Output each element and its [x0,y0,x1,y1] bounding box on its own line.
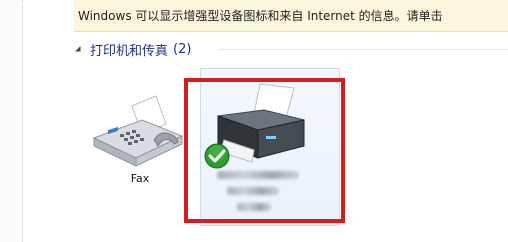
navigation-pane [0,0,22,242]
group-separator-line [218,49,508,50]
group-title: 打印机和传真 [90,43,169,59]
pane-divider[interactable] [22,0,23,242]
info-bar[interactable]: Windows 可以显示增强型设备图标和来自 Internet 的信息。请单击 [74,0,508,32]
red-highlight-frame [184,78,345,223]
fax-icon [92,95,184,167]
group-count: (2) [173,41,192,57]
info-bar-message: Windows 可以显示增强型设备图标和来自 Internet 的信息。请单击 [78,9,443,23]
fax-label: Fax [130,172,150,185]
group-header-printers[interactable]: 打印机和传真 (2) [74,40,192,59]
collapse-triangle-icon[interactable] [74,40,86,58]
